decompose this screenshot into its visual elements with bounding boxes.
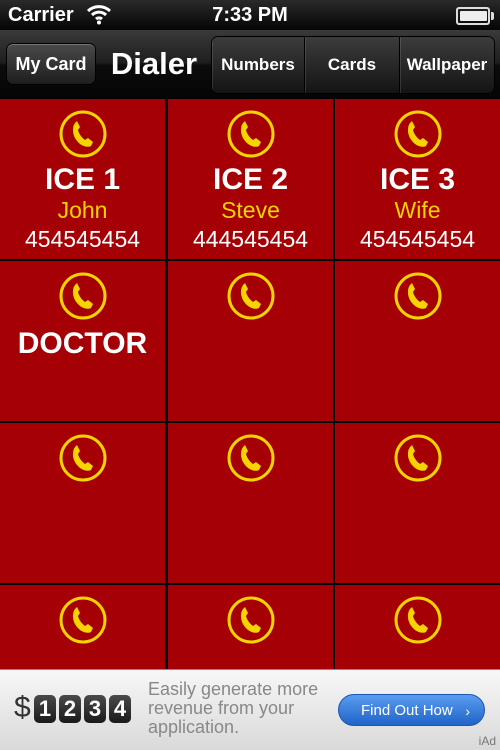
cards-segment[interactable]: Cards	[304, 37, 399, 93]
status-time: 7:33 PM	[212, 4, 288, 26]
contact-card[interactable]	[168, 423, 333, 583]
phone-icon	[226, 271, 276, 321]
navigation-bar: My Card Dialer Numbers Cards Wallpaper	[0, 30, 500, 99]
find-out-how-button[interactable]: Find Out How ›	[338, 694, 485, 726]
phone-icon	[226, 595, 276, 645]
ad-digit: 1	[34, 695, 56, 723]
phone-icon	[226, 109, 276, 159]
card-phone-number: 454545454	[359, 226, 476, 252]
contact-card[interactable]	[335, 423, 500, 583]
ad-digit: 2	[59, 695, 81, 723]
contact-card[interactable]	[168, 585, 333, 669]
ad-digit: 4	[109, 695, 131, 723]
contact-card[interactable]: ICE 1 John 454545454	[0, 99, 165, 259]
card-phone-number: 454545454	[24, 226, 141, 252]
card-label: ICE 2	[212, 163, 289, 196]
phone-icon	[393, 271, 443, 321]
card-label: ICE 1	[44, 163, 121, 196]
contact-card[interactable]: ICE 3 Wife 454545454	[335, 99, 500, 259]
battery-icon	[456, 7, 494, 25]
card-contact-name: Wife	[394, 197, 441, 223]
contact-card[interactable]	[335, 585, 500, 669]
wallpaper-segment[interactable]: Wallpaper	[399, 37, 494, 93]
card-label: DOCTOR	[17, 327, 148, 360]
nav-title: Dialer	[110, 46, 198, 81]
card-contact-name: Steve	[221, 197, 280, 223]
iad-badge: iAd	[478, 734, 496, 748]
phone-icon	[58, 109, 108, 159]
chevron-right-icon: ›	[465, 703, 470, 719]
contact-card[interactable]	[335, 261, 500, 421]
ad-text: Easily generate more revenue from your a…	[148, 679, 319, 737]
segmented-control: Numbers Cards Wallpaper	[211, 36, 495, 94]
card-contact-name: John	[57, 197, 108, 223]
contact-card[interactable]: DOCTOR	[0, 261, 165, 421]
phone-icon	[393, 595, 443, 645]
card-phone-number: 444545454	[192, 226, 309, 252]
contact-card[interactable]	[0, 585, 165, 669]
ad-banner[interactable]: $ 1 2 3 4 Easily generate more revenue f…	[0, 669, 500, 750]
dialer-grid: ICE 1 John 454545454 ICE 2 Steve 444545454 ICE…	[0, 99, 500, 669]
numbers-segment[interactable]: Numbers	[212, 37, 304, 93]
phone-icon	[226, 433, 276, 483]
status-bar: Carrier 7:33 PM	[0, 0, 500, 30]
contact-card[interactable]	[0, 423, 165, 583]
find-out-how-label: Find Out How	[361, 702, 453, 719]
phone-icon	[58, 271, 108, 321]
card-label: ICE 3	[379, 163, 456, 196]
phone-icon	[58, 595, 108, 645]
ad-digit: 3	[84, 695, 106, 723]
phone-icon	[58, 433, 108, 483]
my-card-button[interactable]: My Card	[6, 43, 96, 85]
contact-card[interactable]	[168, 261, 333, 421]
ad-currency: $	[14, 691, 31, 724]
phone-icon	[393, 433, 443, 483]
contact-card[interactable]: ICE 2 Steve 444545454	[168, 99, 333, 259]
phone-icon	[393, 109, 443, 159]
